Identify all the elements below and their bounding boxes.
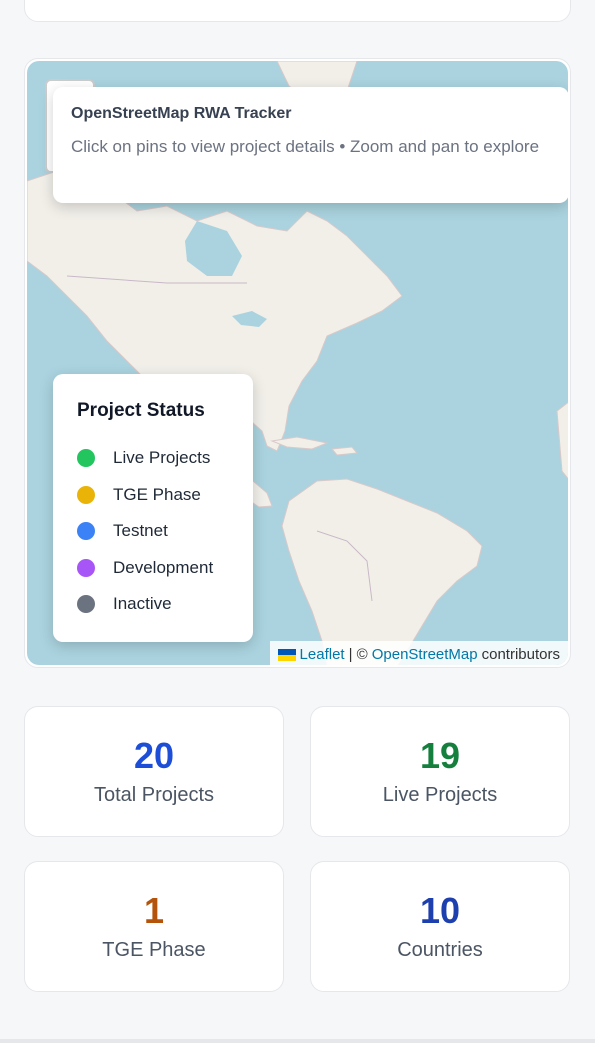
legend-item-inactive: Inactive [77,586,229,623]
stat-card-tge-phase: 1 TGE Phase [24,861,284,992]
stat-card-live-projects: 19 Live Projects [310,706,570,837]
legend-item-testnet: Testnet [77,513,229,550]
stat-value: 20 [133,735,175,776]
legend-label: Live Projects [113,448,211,468]
footer-divider [0,1039,595,1043]
testnet-dot-icon [77,522,95,541]
map-info-title: OpenStreetMap RWA Tracker [71,105,292,122]
legend-label: Inactive [113,594,172,614]
legend-label: Development [113,557,214,577]
legend-item-development: Development [77,550,229,587]
osm-link[interactable]: OpenStreetMap [372,646,478,663]
stat-value: 19 [419,735,461,776]
development-dot-icon [77,558,95,577]
legend-label: Testnet [113,521,168,541]
attribution-suffix: contributors [481,646,560,663]
leaflet-link[interactable]: Leaflet [300,646,345,663]
map-card: OpenStreetMap RWA Tracker Click on pins … [24,58,571,668]
previous-card [24,0,571,22]
stat-value: 1 [143,890,165,931]
inactive-dot-icon [77,595,95,614]
ukraine-flag-icon [277,648,296,661]
map-attribution: Leaflet | © OpenStreetMap contributors [269,641,568,665]
legend-label: TGE Phase [113,484,201,504]
stat-label: Live Projects [382,784,498,806]
tge-dot-icon [77,485,95,504]
status-legend: Project Status Live Projects TGE Phase T… [53,374,253,642]
map-view[interactable]: OpenStreetMap RWA Tracker Click on pins … [27,61,568,665]
stat-label: TGE Phase [102,939,206,961]
legend-item-tge: TGE Phase [77,477,229,514]
live-dot-icon [77,449,95,468]
map-info-box: OpenStreetMap RWA Tracker Click on pins … [53,87,568,203]
legend-item-live: Live Projects [77,440,229,477]
stat-label: Total Projects [93,784,215,806]
stat-card-countries: 10 Countries [310,861,570,992]
stat-card-total-projects: 20 Total Projects [24,706,284,837]
map-info-subtitle: Click on pins to view project details • … [71,137,540,156]
stat-value: 10 [419,890,461,931]
attribution-separator: | © [348,646,368,663]
legend-title: Project Status [77,400,205,421]
stat-label: Countries [397,939,483,961]
